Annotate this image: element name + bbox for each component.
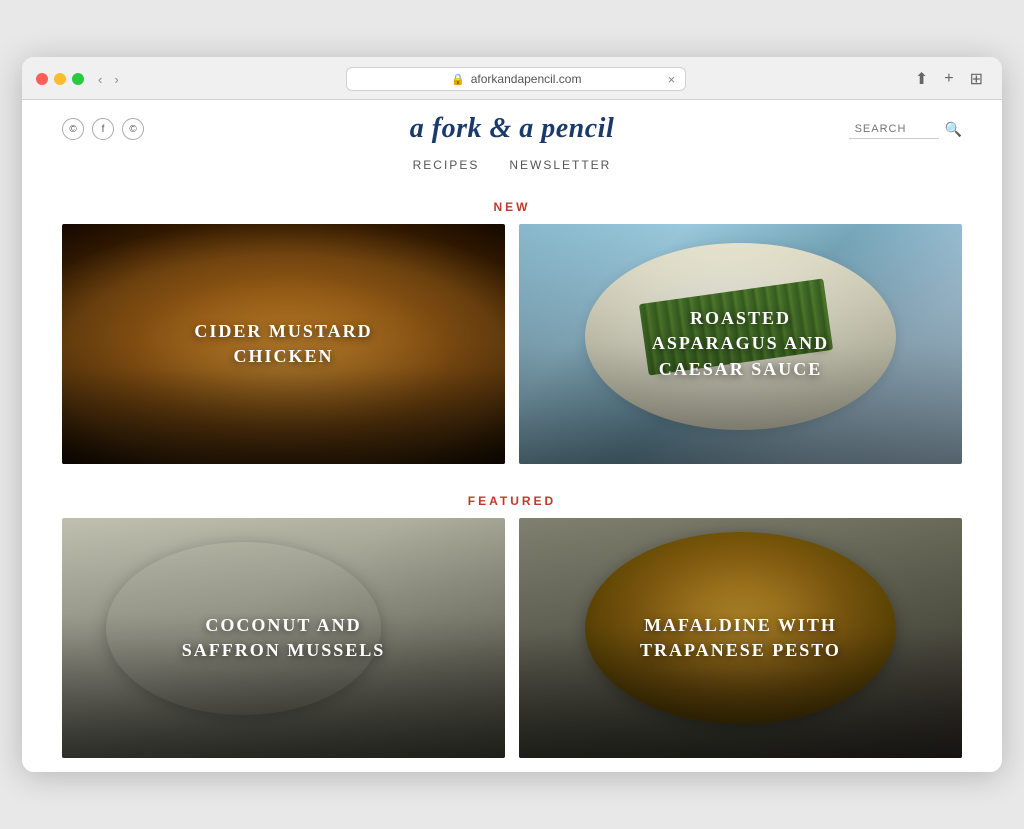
pasta-title: MAFALDINE WITHTRAPANESE PESTO [620,613,861,663]
nav-recipes[interactable]: RECIPES [413,158,480,172]
window-back-button[interactable]: ‹ [94,70,106,89]
recipe-overlay-chicken: CIDER MUSTARDCHICKEN [62,224,505,464]
recipe-card-mussels[interactable]: COCONUT ANDSAFFRON MUSSELS [62,518,505,758]
recipe-card-asparagus[interactable]: ROASTEDASPARAGUS ANDCAESAR SAUCE [519,224,962,464]
recipe-overlay-mussels: COCONUT ANDSAFFRON MUSSELS [62,518,505,758]
search-button[interactable]: 🔍 [945,121,962,138]
new-recipes-grid: CIDER MUSTARDCHICKEN ROASTEDASPARAGUS AN… [22,224,1002,478]
social-icons: © f © [62,118,144,140]
page-content: © f © a fork & a pencil 🔍 RECIPES NEWSLE… [22,100,1002,772]
nav-controls: ‹ › [94,70,123,89]
asparagus-title: ROASTEDASPARAGUS ANDCAESAR SAUCE [632,306,849,382]
window-forward-button[interactable]: › [110,70,122,89]
new-section-label: NEW [22,184,1002,224]
featured-recipes-grid: COCONUT ANDSAFFRON MUSSELS MAFALDINE WIT… [22,518,1002,772]
site-title[interactable]: a fork & a pencil [410,113,615,145]
search-area: 🔍 [849,120,962,139]
maximize-button[interactable] [72,73,84,85]
address-text: aforkandapencil.com [471,72,582,86]
traffic-lights [36,73,84,85]
tab-grid-button[interactable]: ⊞ [965,67,988,91]
address-bar-wrap: 🔒 aforkandapencil.com × [133,67,900,91]
recipe-card-chicken[interactable]: CIDER MUSTARDCHICKEN [62,224,505,464]
nav-newsletter[interactable]: NEWSLETTER [509,158,611,172]
share-button[interactable]: ⬆ [910,67,933,91]
mussels-title: COCONUT ANDSAFFRON MUSSELS [162,613,406,663]
browser-chrome: ‹ › 🔒 aforkandapencil.com × ⬆ + ⊞ [22,57,1002,100]
social-icon-facebook[interactable]: f [92,118,114,140]
minimize-button[interactable] [54,73,66,85]
site-nav: RECIPES NEWSLETTER [22,150,1002,184]
security-icon: 🔒 [451,73,465,86]
social-icon-circle[interactable]: © [122,118,144,140]
close-button[interactable] [36,73,48,85]
chrome-right-controls: ⬆ + ⊞ [910,67,988,91]
recipe-overlay-asparagus: ROASTEDASPARAGUS ANDCAESAR SAUCE [519,224,962,464]
site-header: © f © a fork & a pencil 🔍 [22,100,1002,150]
social-icon-copy[interactable]: © [62,118,84,140]
recipe-overlay-pasta: MAFALDINE WITHTRAPANESE PESTO [519,518,962,758]
browser-window: ‹ › 🔒 aforkandapencil.com × ⬆ + ⊞ © [22,57,1002,772]
new-tab-button[interactable]: + [939,68,958,90]
search-input[interactable] [849,120,939,139]
address-bar[interactable]: 🔒 aforkandapencil.com × [346,67,686,91]
tab-close-icon[interactable]: × [668,72,676,87]
chicken-title: CIDER MUSTARDCHICKEN [174,319,392,369]
featured-section-label: FEATURED [22,478,1002,518]
recipe-card-pasta[interactable]: MAFALDINE WITHTRAPANESE PESTO [519,518,962,758]
